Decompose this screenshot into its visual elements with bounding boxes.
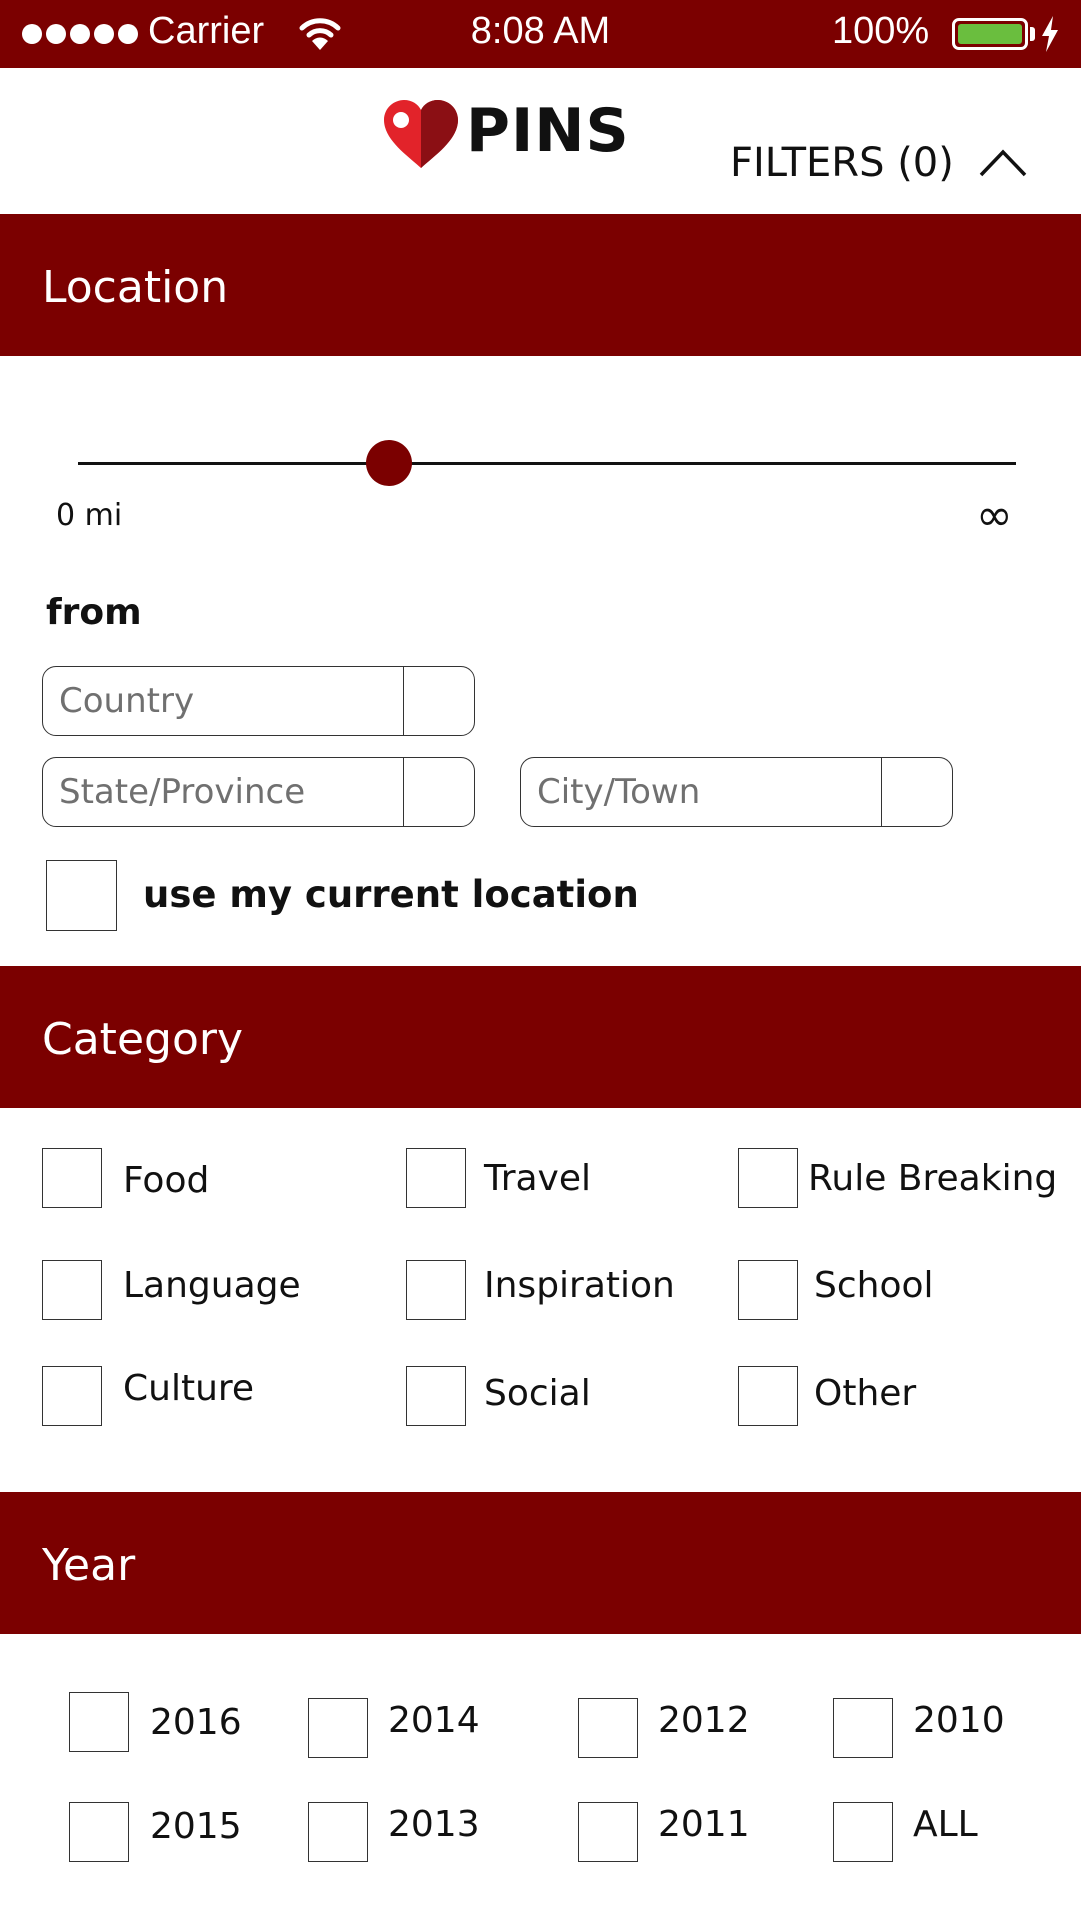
year-label-2015: 2015: [150, 1806, 242, 1847]
year-label-2014: 2014: [388, 1700, 480, 1741]
state-province-select[interactable]: State/Province: [42, 757, 475, 827]
select-divider: [403, 667, 404, 735]
year-section-header: Year: [0, 1492, 1081, 1634]
year-checkbox-2010[interactable]: [833, 1698, 893, 1758]
category-checkbox-travel[interactable]: [406, 1148, 466, 1208]
app-logo-text: PINS: [466, 96, 630, 166]
category-checkbox-rule-breaking[interactable]: [738, 1148, 798, 1208]
pins-logo-icon: [384, 100, 458, 168]
year-label-2013: 2013: [388, 1804, 480, 1845]
year-checkbox-all[interactable]: [833, 1802, 893, 1862]
year-label-2012: 2012: [658, 1700, 750, 1741]
chevron-up-icon: [979, 149, 1027, 177]
year-checkbox-2016[interactable]: [69, 1692, 129, 1752]
charging-bolt-icon: [1042, 16, 1058, 52]
battery-icon: [952, 18, 1028, 50]
category-checkbox-social[interactable]: [406, 1366, 466, 1426]
category-checkbox-culture[interactable]: [42, 1366, 102, 1426]
country-placeholder: Country: [59, 681, 195, 721]
slider-min-label: 0 mi: [56, 498, 123, 533]
category-label-food: Food: [123, 1160, 210, 1201]
category-checkbox-school[interactable]: [738, 1260, 798, 1320]
country-select[interactable]: Country: [42, 666, 475, 736]
use-current-location-label: use my current location: [143, 873, 639, 916]
location-section-header: Location: [0, 214, 1081, 356]
battery-nub: [1030, 27, 1035, 41]
filters-label: FILTERS (0): [730, 140, 954, 186]
category-label-inspiration: Inspiration: [484, 1265, 675, 1306]
distance-slider-thumb[interactable]: [366, 440, 412, 486]
from-label: from: [46, 592, 142, 633]
slider-max-label: ∞: [976, 490, 1013, 541]
battery-percentage: 100%: [832, 10, 930, 52]
location-heading: Location: [42, 262, 229, 313]
distance-slider-track[interactable]: [78, 462, 1016, 465]
status-bar: Carrier 8:08 AM 100%: [0, 0, 1081, 68]
category-label-social: Social: [484, 1373, 591, 1414]
year-label-all: ALL: [913, 1804, 978, 1845]
category-label-language: Language: [123, 1265, 301, 1306]
use-current-location-checkbox[interactable]: [46, 860, 117, 931]
year-label-2011: 2011: [658, 1804, 750, 1845]
year-checkbox-2012[interactable]: [578, 1698, 638, 1758]
category-label-school: School: [814, 1265, 934, 1306]
year-label-2010: 2010: [913, 1700, 1005, 1741]
category-section-header: Category: [0, 966, 1081, 1108]
city-placeholder: City/Town: [537, 772, 701, 812]
state-placeholder: State/Province: [59, 772, 306, 812]
year-label-2016: 2016: [150, 1702, 242, 1743]
category-checkbox-food[interactable]: [42, 1148, 102, 1208]
select-divider: [881, 758, 882, 826]
category-checkbox-other[interactable]: [738, 1366, 798, 1426]
city-town-select[interactable]: City/Town: [520, 757, 953, 827]
select-divider: [403, 758, 404, 826]
year-heading: Year: [42, 1540, 136, 1591]
year-checkbox-2011[interactable]: [578, 1802, 638, 1862]
category-label-travel: Travel: [484, 1158, 592, 1199]
year-checkbox-2014[interactable]: [308, 1698, 368, 1758]
category-checkbox-language[interactable]: [42, 1260, 102, 1320]
year-checkbox-2013[interactable]: [308, 1802, 368, 1862]
category-label-other: Other: [814, 1373, 917, 1414]
year-checkbox-2015[interactable]: [69, 1802, 129, 1862]
filters-toggle-button[interactable]: FILTERS (0): [728, 138, 1038, 198]
category-checkbox-inspiration[interactable]: [406, 1260, 466, 1320]
category-heading: Category: [42, 1014, 243, 1065]
category-label-culture: Culture: [123, 1368, 255, 1409]
category-label-rule-breaking: Rule Breaking: [808, 1158, 1058, 1199]
